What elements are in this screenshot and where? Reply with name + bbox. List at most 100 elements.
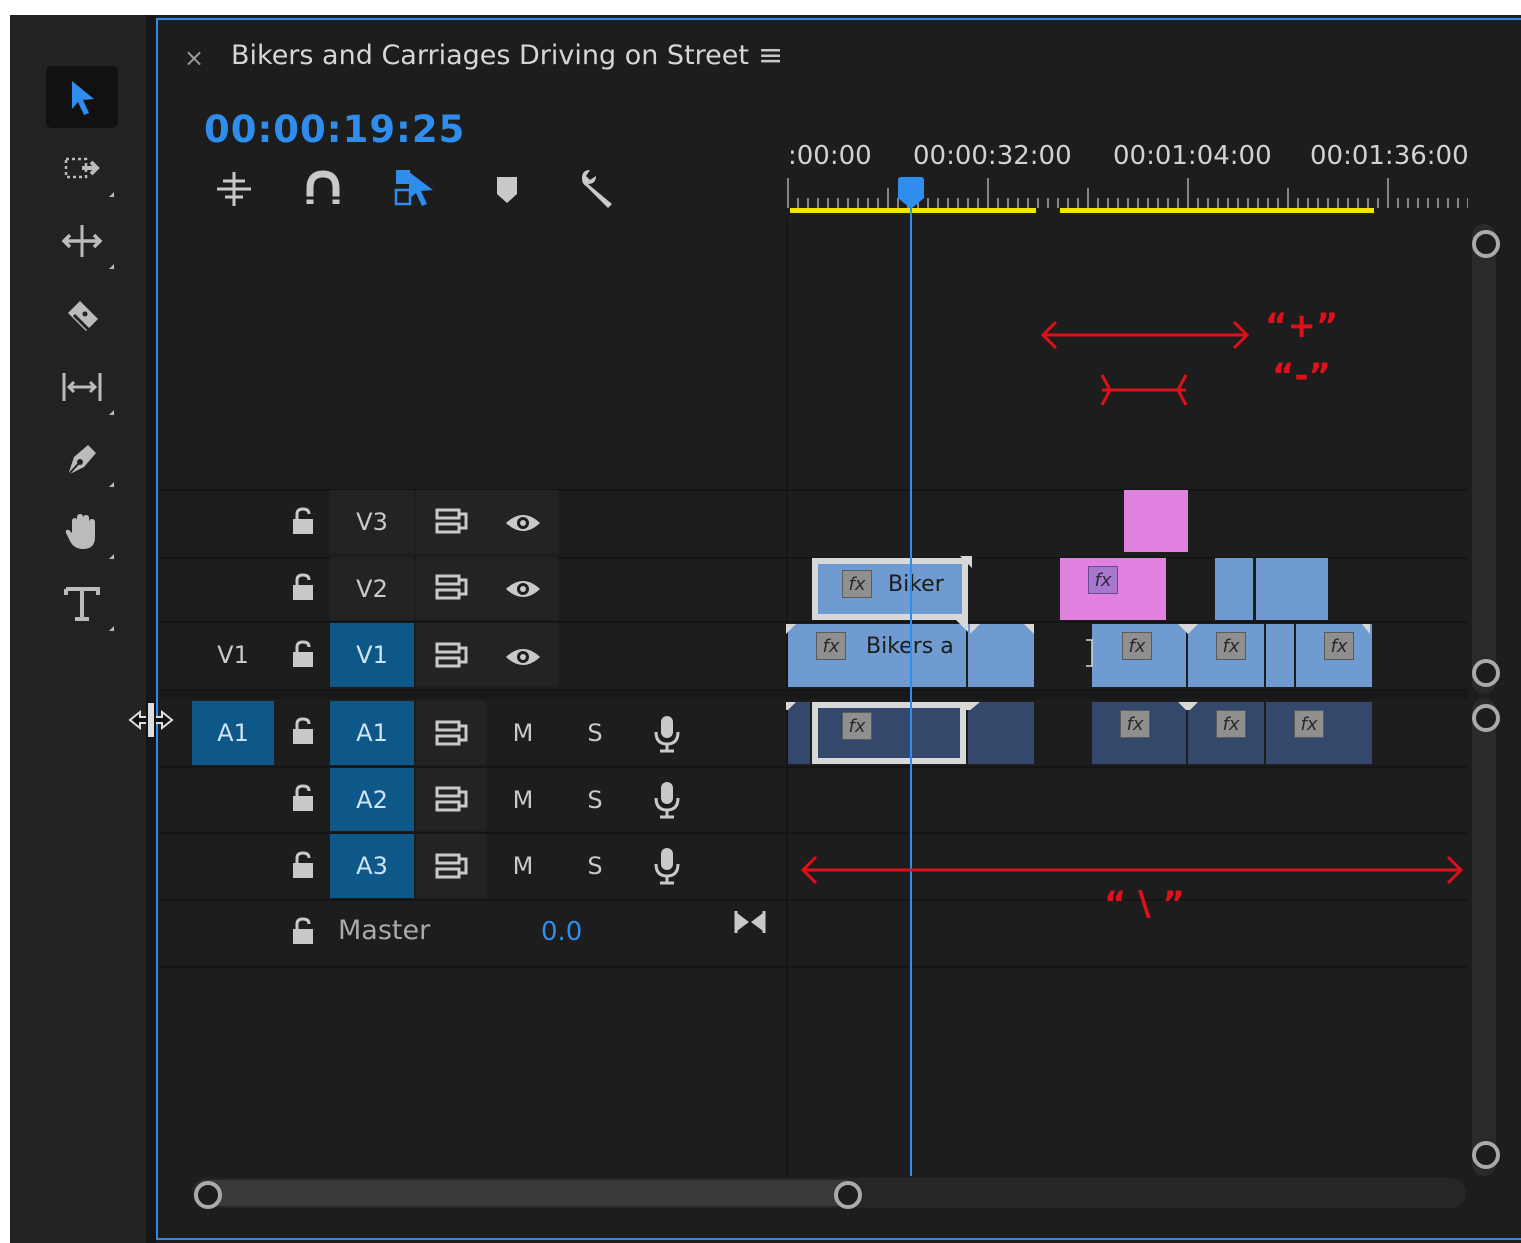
annotation-zoom-out-text: “-” (1272, 356, 1331, 396)
panel-divider[interactable] (146, 15, 156, 1243)
microphone-icon[interactable] (652, 780, 682, 820)
clip-v2-graphic[interactable]: fx (1060, 558, 1166, 620)
solo-button-a3[interactable]: S (572, 834, 618, 898)
track-name-v2[interactable]: V2 (330, 557, 414, 620)
master-channel-icon[interactable] (733, 908, 767, 936)
type-tool[interactable] (46, 572, 118, 634)
selection-tool-icon (72, 81, 94, 115)
snap-magnet-icon[interactable] (302, 168, 344, 210)
track-name-a2[interactable]: A2 (330, 768, 414, 831)
lock-icon[interactable] (290, 639, 316, 669)
timeline-zoom-scrollbar-thumb[interactable] (194, 1180, 858, 1206)
clip-edit-markers (786, 620, 1370, 710)
ruler-label: 00:01:04:00 (1113, 141, 1272, 171)
sync-lock-icon[interactable] (434, 851, 470, 883)
tool-flyout-indicator (109, 410, 114, 415)
sync-lock-icon[interactable] (434, 718, 470, 750)
resize-cursor-icon (128, 701, 174, 739)
playhead-line (910, 196, 912, 1176)
mute-button-a3[interactable]: M (500, 834, 546, 898)
sync-lock-icon[interactable] (434, 640, 470, 672)
track-select-forward-tool[interactable] (46, 138, 118, 200)
lock-icon[interactable] (290, 850, 316, 880)
clip-name: Biker (888, 572, 944, 597)
fx-badge[interactable]: fx (1088, 566, 1118, 594)
razor-tool[interactable] (46, 286, 118, 348)
clip-a1[interactable] (788, 702, 810, 764)
scrollbar-handle[interactable] (1472, 1141, 1500, 1169)
clip-v2[interactable] (1256, 558, 1328, 620)
lock-icon[interactable] (290, 916, 316, 946)
insert-nest-icon[interactable] (213, 168, 255, 210)
lock-icon[interactable] (290, 783, 316, 813)
ruler-label: :00:00 (788, 141, 872, 171)
clip-edit-marker (960, 556, 972, 568)
fx-badge[interactable]: fx (1294, 710, 1324, 738)
clip-v3-graphic[interactable] (1124, 490, 1188, 552)
fx-badge[interactable]: fx (1120, 710, 1150, 738)
lock-icon[interactable] (290, 506, 316, 536)
audio-tracks-scrollbar[interactable] (1472, 698, 1496, 1176)
type-tool-icon (64, 587, 100, 621)
slip-tool[interactable] (46, 356, 118, 418)
add-marker-icon[interactable] (494, 174, 520, 206)
scrollbar-handle[interactable] (1472, 659, 1500, 687)
fx-badge[interactable]: fx (1216, 710, 1246, 738)
mute-button-a2[interactable]: M (500, 768, 546, 831)
close-tab-icon[interactable]: × (184, 44, 204, 72)
track-name-a1[interactable]: A1 (330, 701, 414, 765)
lock-icon[interactable] (290, 572, 316, 602)
clip-v2[interactable] (1215, 558, 1253, 620)
ruler-label: 00:01:36:00 (1310, 141, 1469, 171)
ripple-edit-tool[interactable] (46, 210, 118, 272)
track-name-a3[interactable]: A3 (330, 834, 414, 898)
clip-a1[interactable]: fx (1092, 702, 1186, 764)
fx-badge[interactable]: fx (842, 570, 872, 598)
clip-a1[interactable]: fx (1266, 702, 1372, 764)
fx-badge[interactable]: fx (842, 712, 872, 740)
sequence-tab-title[interactable]: Bikers and Carriages Driving on Street (231, 40, 749, 71)
microphone-icon[interactable] (652, 714, 682, 754)
playhead-timecode[interactable]: 00:00:19:25 (204, 108, 465, 151)
tool-flyout-indicator (109, 626, 114, 631)
clip-a1-biker-audio[interactable]: fx (812, 702, 966, 764)
timeline-settings-wrench-icon[interactable] (576, 166, 620, 210)
tool-flyout-indicator (109, 482, 114, 487)
clip-v2-biker[interactable]: fx Biker (812, 558, 968, 620)
source-patch-a1[interactable]: A1 (192, 701, 274, 765)
eye-icon[interactable] (504, 510, 542, 536)
sync-lock-icon[interactable] (434, 784, 470, 816)
clip-a1[interactable] (968, 702, 1034, 764)
annotation-zoom-in-text: “+” (1265, 306, 1339, 346)
eye-icon[interactable] (504, 644, 542, 670)
solo-button-a2[interactable]: S (572, 768, 618, 831)
clip-a1[interactable]: fx (1188, 702, 1264, 764)
video-tracks-scrollbar[interactable] (1472, 224, 1496, 694)
linked-selection-icon[interactable] (393, 166, 437, 210)
eye-icon[interactable] (504, 576, 542, 602)
hand-tool[interactable] (46, 500, 118, 562)
lock-icon[interactable] (290, 716, 316, 746)
selection-tool[interactable] (46, 66, 118, 128)
sync-lock-icon[interactable] (434, 572, 470, 604)
render-bar (1060, 208, 1374, 213)
track-name-v3[interactable]: V3 (330, 490, 414, 554)
zoom-handle-left[interactable] (194, 1181, 222, 1209)
playhead-handle[interactable] (896, 176, 926, 210)
track-name-v1[interactable]: V1 (330, 623, 414, 687)
source-patch-v1[interactable]: V1 (192, 623, 274, 687)
scrollbar-handle[interactable] (1472, 230, 1500, 258)
scrollbar-handle[interactable] (1472, 704, 1500, 732)
master-volume-value[interactable]: 0.0 (541, 917, 582, 947)
annotation-zoom-out-arrow (1100, 374, 1188, 406)
panel-menu-icon[interactable]: ≡ (758, 38, 783, 73)
master-track-label: Master (338, 915, 431, 946)
zoom-handle-right[interactable] (834, 1181, 862, 1209)
solo-button-a1[interactable]: S (572, 701, 618, 765)
mute-button-a1[interactable]: M (500, 701, 546, 765)
microphone-icon[interactable] (652, 846, 682, 886)
sync-lock-icon[interactable] (434, 506, 470, 538)
tool-flyout-indicator (109, 264, 114, 269)
pen-tool[interactable] (46, 428, 118, 490)
annotation-fit-all-text: “ \ ” (1104, 884, 1185, 924)
